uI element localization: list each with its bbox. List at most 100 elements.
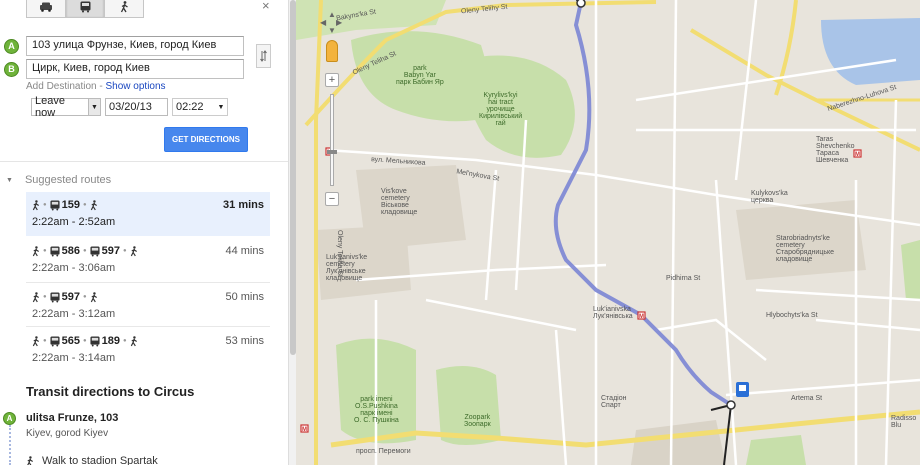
separator-dot: ●	[82, 248, 87, 254]
main-road	[774, 0, 798, 96]
route-node	[576, 0, 586, 8]
time-value: 02:22	[176, 101, 204, 113]
separator-dot: ●	[82, 202, 87, 208]
date-input[interactable]: 03/20/13	[105, 98, 168, 116]
walk-icon	[130, 335, 137, 346]
get-directions-button[interactable]: GET DIRECTIONS	[164, 127, 248, 152]
cemetery-label: Vis'kove cemetery Віськове кладовище	[381, 188, 418, 216]
directions-panel: × A 103 улица Фрунзе, Киев, город Киев B…	[0, 0, 288, 465]
route-modes: ● 597 ●	[32, 291, 98, 303]
walk-icon	[26, 455, 33, 465]
bus-number: 159	[61, 199, 80, 211]
origin-input[interactable]: 103 улица Фрунзе, Киев, город Киев	[26, 36, 244, 56]
park-area	[901, 240, 920, 300]
bus-number: 597	[61, 291, 80, 303]
zoom-slider-track[interactable]	[330, 94, 334, 186]
swap-arrows-icon	[260, 50, 267, 62]
walk-icon	[32, 245, 39, 256]
add-destination-row: Add Destination - Show options	[26, 81, 166, 92]
swap-waypoints-button[interactable]	[256, 44, 271, 68]
route-times: 2:22am - 3:14am	[32, 352, 116, 364]
bus-icon	[50, 200, 60, 210]
bus-number: 565	[61, 335, 80, 347]
route-option-3[interactable]: ● 597 ● 50 mins 2:22am - 3:12am	[26, 284, 270, 328]
pan-up-icon[interactable]: ▲	[328, 10, 336, 19]
time-select[interactable]: 02:22 ▼	[172, 98, 228, 116]
route-option-2[interactable]: ● 586 ● 597 ● 44 mins 2:22am - 3:06am	[26, 238, 270, 282]
park-label: park imeni O.S.Pushkina парк імені О. С.…	[354, 396, 399, 424]
metro-station-icon[interactable]: M	[853, 149, 862, 158]
street-label: Artema St	[791, 395, 823, 402]
route-times: 2:22am - 3:06am	[32, 262, 116, 274]
walk-step[interactable]: Walk to stadion Spartak	[26, 455, 158, 465]
walk-icon	[32, 335, 39, 346]
transit-route-line	[553, 1, 733, 407]
zoom-in-button[interactable]: +	[325, 73, 339, 87]
close-icon[interactable]: ×	[262, 0, 270, 13]
step-start-name: ulitsa Frunze, 103	[26, 412, 119, 424]
zoom-out-button[interactable]: −	[325, 192, 339, 206]
bus-icon	[50, 292, 60, 302]
show-options-link[interactable]: Show options	[106, 81, 166, 92]
separator-dot: ●	[43, 294, 47, 300]
transit-stop-icon[interactable]	[736, 382, 749, 397]
walk-icon	[120, 1, 128, 13]
destination-input[interactable]: Цирк, Киев, город Киев	[26, 59, 244, 79]
water-area	[821, 18, 920, 85]
bus-icon	[90, 336, 100, 346]
pan-left-icon[interactable]: ◀	[320, 18, 326, 27]
route-modes: ● 159 ●	[32, 199, 98, 211]
marker-a-icon: A	[4, 38, 19, 54]
metro-station-icon[interactable]: M	[637, 311, 646, 320]
park-label: Zoopark Зоопарк	[464, 414, 491, 428]
tab-driving[interactable]	[26, 0, 66, 18]
poi-label: Radisso Blu	[891, 415, 917, 429]
destination-row: B Цирк, Киев, город Киев	[4, 59, 244, 79]
svg-text:M: M	[639, 314, 644, 320]
tab-transit[interactable]	[65, 0, 105, 18]
separator-dot: ●	[122, 248, 127, 254]
route-times: 2:22am - 2:52am	[32, 216, 116, 228]
pan-right-icon[interactable]: ▶	[336, 18, 342, 27]
bus-icon	[50, 246, 60, 256]
separator-dot: ●	[43, 338, 47, 344]
leave-now-select[interactable]: Leave now ▼	[31, 95, 101, 119]
poi-label: Kulykovs'ka церква	[751, 190, 788, 204]
suggested-routes-header[interactable]: ▼ Suggested routes	[6, 174, 111, 186]
marker-b-icon: B	[4, 61, 19, 77]
block-area	[631, 420, 726, 465]
bus-icon	[90, 246, 100, 256]
route-divider	[26, 326, 270, 327]
divider	[0, 161, 288, 162]
walk-icon	[90, 199, 97, 210]
tab-walking[interactable]	[104, 0, 144, 18]
separator-dot: ●	[43, 202, 47, 208]
separator-dot: ●	[43, 248, 47, 254]
map-canvas[interactable]: M M M M Bakyns'ka St Oleny Telihy St Ole…	[296, 0, 920, 465]
zoom-slider-handle[interactable]	[327, 150, 337, 154]
route-duration: 53 mins	[225, 335, 264, 347]
street-label: просп. Перемоги	[356, 448, 411, 455]
metro-station-icon[interactable]: M	[300, 424, 309, 433]
add-destination-link[interactable]: Add Destination	[26, 81, 97, 92]
walk-step-label: Walk to stadion Spartak	[42, 455, 158, 465]
route-duration: 31 mins	[223, 199, 264, 211]
station-label: Luk'ianivska Лук'янівська	[593, 306, 633, 320]
pan-down-icon[interactable]: ▼	[328, 26, 336, 35]
cemetery-label: Luk'yanivs'ke cemetery Лук'янівське клад…	[326, 254, 368, 282]
svg-text:M: M	[855, 152, 860, 158]
route-option-4[interactable]: ● 565 ● 189 ● 53 mins 2:22am - 3:14am	[26, 328, 270, 372]
svg-text:M: M	[302, 427, 307, 433]
leave-now-value: Leave now	[35, 95, 65, 119]
route-duration: 50 mins	[225, 291, 264, 303]
walk-icon	[130, 245, 137, 256]
route-times: 2:22am - 3:12am	[32, 308, 116, 320]
bus-icon	[80, 1, 90, 13]
suggested-routes-label: Suggested routes	[24, 174, 112, 186]
route-option-1[interactable]: ● 159 ● 31 mins 2:22am - 2:52am	[26, 192, 270, 236]
panel-scrollbar[interactable]	[288, 0, 296, 465]
route-duration: 44 mins	[225, 245, 264, 257]
park-label: park Babyn Yar парк Бабин Яр	[396, 65, 444, 86]
street-view-pegman-icon[interactable]	[326, 40, 338, 62]
walk-icon	[32, 199, 39, 210]
